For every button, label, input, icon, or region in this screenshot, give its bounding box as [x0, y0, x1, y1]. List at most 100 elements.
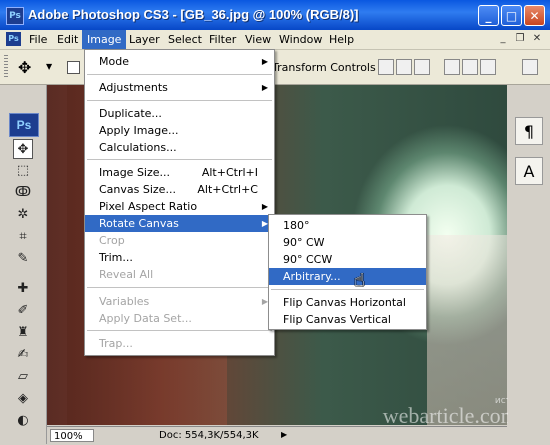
move-tool-icon[interactable]: ✥ [18, 58, 31, 77]
zoom-field[interactable]: 100% [50, 429, 94, 442]
menu-item-label: Canvas Size... [99, 183, 176, 196]
magic-wand-icon[interactable]: ✲ [13, 205, 33, 225]
window-title: Adobe Photoshop CS3 - [GB_36.jpg @ 100% … [28, 7, 359, 22]
title-bar: Ps Adobe Photoshop CS3 - [GB_36.jpg @ 10… [0, 0, 550, 30]
menu-separator [87, 159, 272, 160]
move-tool-icon[interactable]: ✥ [13, 139, 33, 159]
history-brush-icon[interactable]: ✍ [13, 345, 33, 365]
menu-item-calculations[interactable]: Calculations... [85, 139, 274, 156]
menu-item-rotate-90-ccw[interactable]: 90° CCW [269, 251, 426, 268]
menu-separator [87, 74, 272, 75]
shortcut-label: Alt+Ctrl+C [197, 183, 258, 196]
menu-view[interactable]: View [240, 30, 276, 49]
options-bar: ✥ ▼ Transform Controls [0, 50, 550, 85]
menu-item-label: Apply Data Set... [99, 312, 192, 325]
menu-item-image-size[interactable]: Image Size... Alt+Ctrl+I [85, 164, 274, 181]
doc-close-icon[interactable]: ✕ [530, 32, 544, 46]
menu-help[interactable]: Help [324, 30, 359, 49]
clone-stamp-icon[interactable]: ♜ [13, 323, 33, 343]
tools-panel: Ps ✥ ⬚ ↂ ✲ ⌗ ✎ ✚ ✐ ♜ ✍ ▱ ◈ ◐ [0, 85, 47, 444]
menu-item-duplicate[interactable]: Duplicate... [85, 105, 274, 122]
menu-separator [87, 330, 272, 331]
character-panel-icon[interactable]: A [515, 157, 543, 185]
menu-item-label: Trim... [99, 251, 133, 264]
align-bottom-icon[interactable] [414, 59, 430, 75]
align-vcenter-icon[interactable] [396, 59, 412, 75]
submenu-arrow-icon: ▶ [261, 57, 268, 66]
slice-tool-icon[interactable]: ✎ [13, 249, 33, 269]
menu-item-flip-vertical[interactable]: Flip Canvas Vertical [269, 311, 426, 328]
menu-item-apply-image[interactable]: Apply Image... [85, 122, 274, 139]
transform-controls-label[interactable]: Transform Controls [272, 61, 376, 74]
menu-bar: Ps File Edit Image Layer Select Filter V… [0, 30, 550, 50]
menu-separator [87, 100, 272, 101]
menu-separator [87, 287, 272, 288]
paragraph-panel-icon[interactable]: ¶ [515, 117, 543, 145]
menu-item-rotate-180[interactable]: 180° [269, 217, 426, 234]
menu-item-pixel-aspect-ratio[interactable]: Pixel Aspect Ratio ▶ [85, 198, 274, 215]
minimize-button[interactable]: _ [478, 5, 499, 26]
menu-item-label: Image Size... [99, 166, 171, 179]
menu-item-label: Crop [99, 234, 125, 247]
menu-item-rotate-90-cw[interactable]: 90° CW [269, 234, 426, 251]
brush-tool-icon[interactable]: ✐ [13, 301, 33, 321]
menu-item-canvas-size[interactable]: Canvas Size... Alt+Ctrl+C [85, 181, 274, 198]
healing-brush-icon[interactable]: ✚ [13, 279, 33, 299]
lasso-tool-icon[interactable]: ↂ [13, 183, 33, 203]
paint-bucket-icon[interactable]: ◈ [13, 389, 33, 409]
menu-item-label: Adjustments [99, 81, 168, 94]
maximize-button[interactable]: □ [501, 5, 522, 26]
menu-filter[interactable]: Filter [204, 30, 241, 49]
menu-item-label: Rotate Canvas [99, 217, 179, 230]
menu-window[interactable]: Window [274, 30, 327, 49]
rotate-canvas-submenu: 180° 90° CW 90° CCW Arbitrary... Flip Ca… [268, 214, 427, 330]
options-bar-grip[interactable] [4, 55, 8, 79]
photoshop-logo[interactable]: Ps [9, 113, 39, 137]
menu-item-trap: Trap... [85, 335, 274, 352]
align-left-icon[interactable] [444, 59, 460, 75]
menu-item-label: Variables [99, 295, 150, 308]
menu-edit[interactable]: Edit [52, 30, 83, 49]
crop-tool-icon[interactable]: ⌗ [13, 227, 33, 247]
menu-file[interactable]: File [24, 30, 52, 49]
menu-item-rotate-arbitrary[interactable]: Arbitrary... [269, 268, 426, 285]
image-menu-dropdown: Mode ▶ Adjustments ▶ Duplicate... Apply Im… [84, 49, 275, 356]
distribute-icon[interactable] [522, 59, 538, 75]
menu-item-label: Reveal All [99, 268, 154, 281]
doc-minimize-icon[interactable]: _ [496, 32, 510, 46]
menu-item-mode[interactable]: Mode ▶ [85, 53, 274, 70]
doc-size-info: Doc: 554,3K/554,3K [159, 430, 259, 441]
menu-item-label: Trap... [99, 337, 133, 350]
menu-item-reveal-all: Reveal All [85, 266, 274, 283]
document-icon[interactable]: Ps [6, 32, 21, 46]
panel-dock: ¶ A [508, 85, 550, 444]
menu-item-trim[interactable]: Trim... [85, 249, 274, 266]
submenu-arrow-icon: ▶ [261, 202, 268, 211]
align-top-icon[interactable] [378, 59, 394, 75]
menu-item-label: Duplicate... [99, 107, 162, 120]
eraser-tool-icon[interactable]: ▱ [13, 367, 33, 387]
menu-item-label: Mode [99, 55, 129, 68]
menu-layer[interactable]: Layer [124, 30, 165, 49]
menu-item-variables: Variables ▶ [85, 293, 274, 310]
menu-item-flip-horizontal[interactable]: Flip Canvas Horizontal [269, 294, 426, 311]
status-menu-arrow-icon[interactable]: ▶ [281, 430, 287, 439]
menu-item-label: Pixel Aspect Ratio [99, 200, 198, 213]
menu-item-label: Apply Image... [99, 124, 179, 137]
menu-item-apply-data-set: Apply Data Set... [85, 310, 274, 327]
close-button[interactable]: ✕ [524, 5, 545, 26]
shortcut-label: Alt+Ctrl+I [201, 166, 258, 179]
photoshop-app-icon: Ps [6, 7, 24, 25]
menu-separator [271, 289, 424, 290]
auto-select-checkbox[interactable] [67, 61, 80, 74]
menu-image[interactable]: Image [82, 30, 127, 49]
menu-select[interactable]: Select [163, 30, 207, 49]
blur-tool-icon[interactable]: ◐ [13, 411, 33, 431]
tool-preset-caret-icon[interactable]: ▼ [46, 62, 52, 71]
doc-restore-icon[interactable]: ❐ [513, 32, 527, 46]
menu-item-rotate-canvas[interactable]: Rotate Canvas ▶ [85, 215, 274, 232]
align-hcenter-icon[interactable] [462, 59, 478, 75]
menu-item-adjustments[interactable]: Adjustments ▶ [85, 79, 274, 96]
marquee-tool-icon[interactable]: ⬚ [13, 161, 33, 181]
align-right-icon[interactable] [480, 59, 496, 75]
